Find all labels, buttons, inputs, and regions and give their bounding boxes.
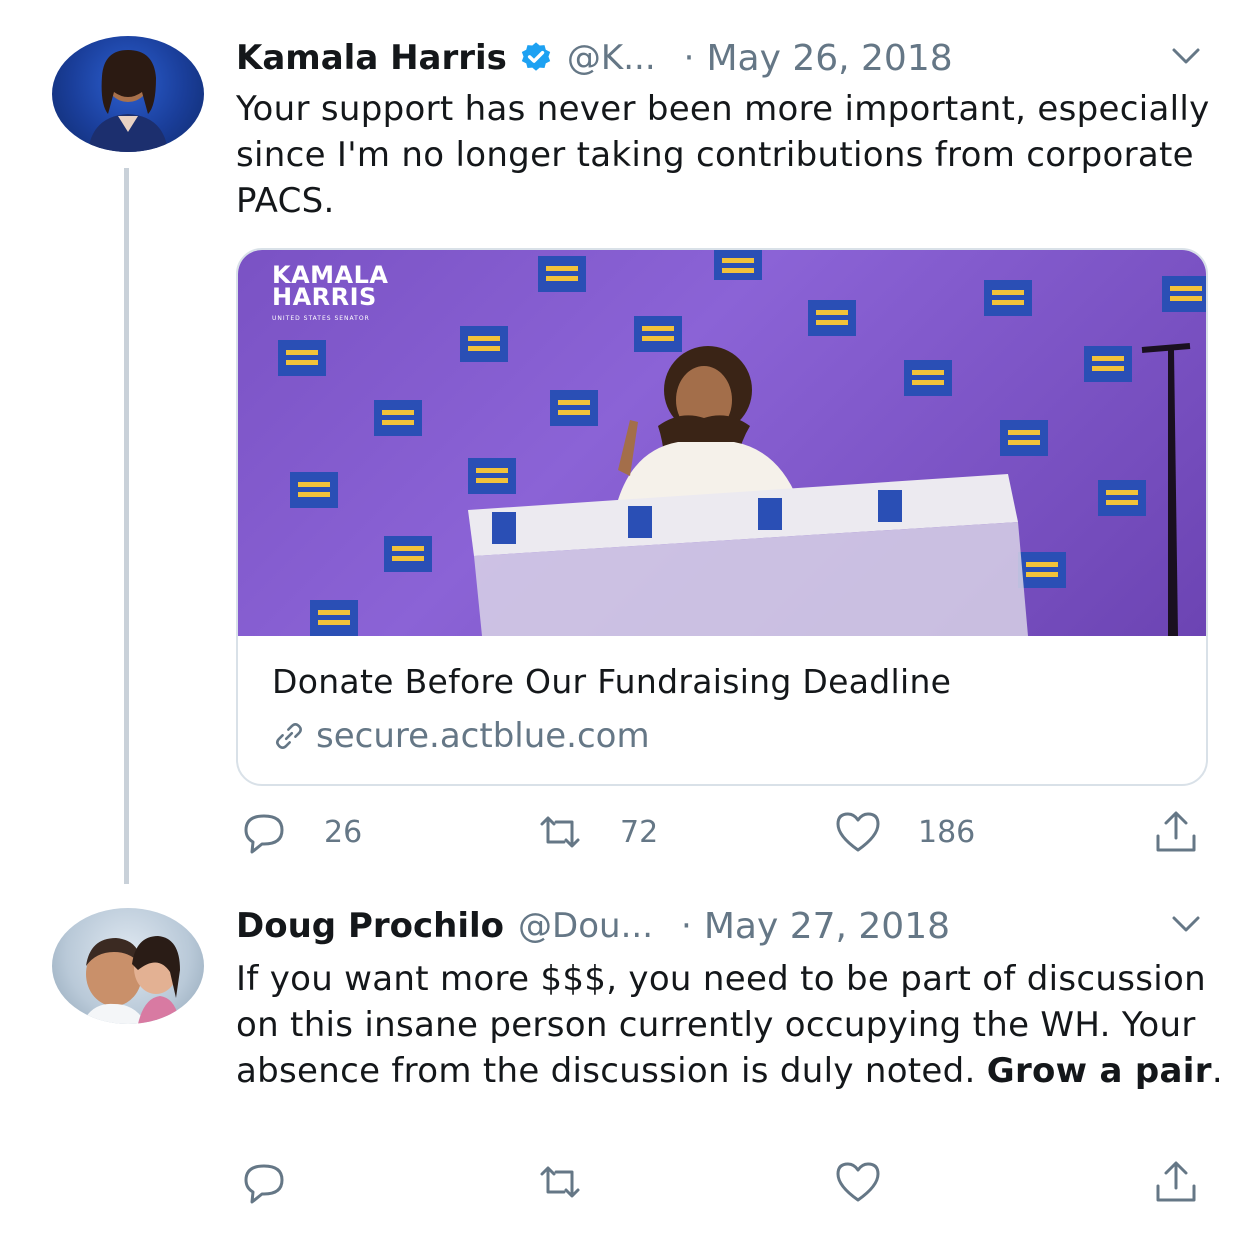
card-image[interactable]: KAMALA HARRIS UNITED STATES SENATOR	[238, 250, 1206, 636]
share-icon	[1156, 811, 1196, 852]
heart-icon	[836, 812, 880, 852]
reply-button[interactable]	[240, 1158, 288, 1206]
card-domain-text: secure.actblue.com	[316, 716, 650, 756]
tweet-header: Kamala Harris @K... · May 26, 2018	[236, 34, 1214, 82]
like-count: 186	[918, 814, 976, 850]
link-card[interactable]: KAMALA HARRIS UNITED STATES SENATOR Dona…	[236, 248, 1208, 786]
tweet-text-end: .	[1211, 1051, 1223, 1091]
share-button[interactable]	[1152, 1158, 1200, 1206]
tweet-actions: 26 72 186	[236, 808, 1216, 858]
verified-badge-icon	[521, 42, 551, 71]
avatar[interactable]	[52, 908, 204, 1024]
tweet-text: Your support has never been more importa…	[236, 89, 1210, 221]
share-icon	[1156, 1161, 1196, 1202]
retweet-icon	[540, 816, 580, 848]
author-name[interactable]: Kamala Harris	[236, 38, 507, 78]
avatar-photo	[88, 50, 168, 152]
card-domain[interactable]: secure.actblue.com	[272, 716, 650, 756]
share-button[interactable]	[1152, 808, 1200, 856]
tweet-date[interactable]: May 26, 2018	[706, 38, 952, 79]
reply-icon	[244, 1164, 284, 1204]
heart-icon	[836, 1162, 880, 1202]
logo-line-2: HARRIS	[272, 283, 377, 311]
author-name[interactable]: Doug Prochilo	[236, 906, 504, 946]
retweet-icon	[540, 1166, 580, 1198]
separator-dot: ·	[683, 38, 695, 78]
tweet-kamala-harris[interactable]: Kamala Harris @K... · May 26, 2018 Your …	[0, 0, 1254, 890]
like-button[interactable]: 186	[834, 808, 975, 856]
card-title[interactable]: Donate Before Our Fundraising Deadline	[272, 662, 951, 701]
chevron-down-icon[interactable]	[1170, 912, 1202, 936]
tweet-doug-prochilo[interactable]: Doug Prochilo @Dou... · May 27, 2018 If …	[0, 890, 1254, 1254]
tweet-actions	[236, 1158, 1216, 1208]
author-handle[interactable]: @Dou...	[518, 906, 653, 946]
tweet-header: Doug Prochilo @Dou... · May 27, 2018	[236, 902, 1214, 950]
tweet-text-bold: Grow a pair	[986, 1051, 1212, 1091]
retweet-button[interactable]	[536, 1158, 584, 1206]
tweet-date[interactable]: May 27, 2018	[704, 906, 950, 947]
reply-count: 26	[324, 814, 363, 850]
like-button[interactable]	[834, 1158, 882, 1206]
avatar-photo	[82, 936, 180, 1024]
separator-dot: ·	[681, 906, 692, 946]
author-handle[interactable]: @K...	[567, 38, 656, 78]
logo-subtitle: UNITED STATES SENATOR	[272, 315, 370, 322]
avatar[interactable]	[52, 36, 204, 152]
retweet-button[interactable]: 72	[536, 808, 658, 856]
link-icon	[276, 723, 302, 749]
retweet-count: 72	[620, 814, 659, 850]
reply-icon	[244, 814, 284, 854]
chevron-down-icon[interactable]	[1170, 44, 1202, 68]
campaign-logo: KAMALA HARRIS UNITED STATES SENATOR	[272, 263, 389, 330]
reply-button[interactable]: 26	[240, 808, 362, 856]
tweet-text: If you want more $$$, you need to be par…	[236, 956, 1226, 1094]
thread-line	[124, 168, 129, 884]
